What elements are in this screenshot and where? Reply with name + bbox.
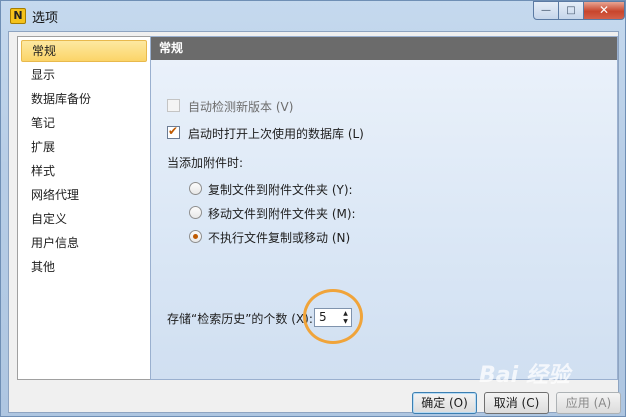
options-dialog: N 选项 — □ ✕ 常规 显示 数据库备份 笔记 扩展 样式 网络代理 自定义…: [0, 0, 626, 417]
close-button[interactable]: ✕: [583, 1, 625, 20]
settings-panel: 常规 自动检测新版本 (V) 启动时打开上次使用的数据库 (L) 当添加附件时:…: [150, 36, 618, 380]
category-list[interactable]: 常规 显示 数据库备份 笔记 扩展 样式 网络代理 自定义 用户信息 其他: [17, 36, 151, 380]
auto-update-label: 自动检测新版本 (V): [188, 100, 294, 114]
panel-title: 常规: [151, 37, 617, 60]
nav-item-proxy[interactable]: 网络代理: [21, 184, 147, 206]
nav-item-general[interactable]: 常规: [21, 40, 147, 62]
ok-button[interactable]: 确定 (O): [412, 392, 477, 414]
copy-to-attachments-radio[interactable]: [189, 182, 202, 195]
nav-item-display[interactable]: 显示: [21, 64, 147, 86]
no-copy-move-radio[interactable]: [189, 230, 202, 243]
move-to-attachments-label: 移动文件到附件文件夹 (M):: [208, 207, 356, 221]
baidu-watermark: Bai 经验: [479, 363, 570, 388]
auto-update-checkbox[interactable]: [167, 99, 180, 112]
nav-item-extensions[interactable]: 扩展: [21, 136, 147, 158]
apply-button[interactable]: 应用 (A): [556, 392, 621, 414]
open-last-db-label: 启动时打开上次使用的数据库 (L): [188, 127, 364, 141]
open-last-db-checkbox[interactable]: [167, 124, 180, 139]
app-logo-icon: N: [10, 8, 26, 24]
nav-item-styles[interactable]: 样式: [21, 160, 147, 182]
nav-item-custom[interactable]: 自定义: [21, 208, 147, 230]
nav-item-db-backup[interactable]: 数据库备份: [21, 88, 147, 110]
move-to-attachments-radio[interactable]: [189, 206, 202, 219]
nav-item-notes[interactable]: 笔记: [21, 112, 147, 134]
window-title: 选项: [32, 11, 59, 26]
title-bar[interactable]: N 选项 — □ ✕: [1, 1, 625, 31]
highlight-circle: [303, 289, 363, 344]
nav-item-user-info[interactable]: 用户信息: [21, 232, 147, 254]
minimize-button[interactable]: —: [533, 1, 559, 20]
cancel-button[interactable]: 取消 (C): [484, 392, 549, 414]
panel-body: 自动检测新版本 (V) 启动时打开上次使用的数据库 (L) 当添加附件时: 复制…: [151, 60, 617, 379]
attachment-heading: 当添加附件时:: [167, 156, 244, 170]
nav-item-other[interactable]: 其他: [21, 256, 147, 278]
copy-to-attachments-label: 复制文件到附件文件夹 (Y):: [208, 183, 353, 197]
dialog-client-area: 常规 显示 数据库备份 笔记 扩展 样式 网络代理 自定义 用户信息 其他 常规…: [8, 31, 621, 414]
no-copy-move-label: 不执行文件复制或移动 (N): [208, 231, 351, 245]
maximize-button[interactable]: □: [558, 1, 584, 20]
history-count-label: 存储“检索历史”的个数 (X):: [167, 312, 313, 326]
